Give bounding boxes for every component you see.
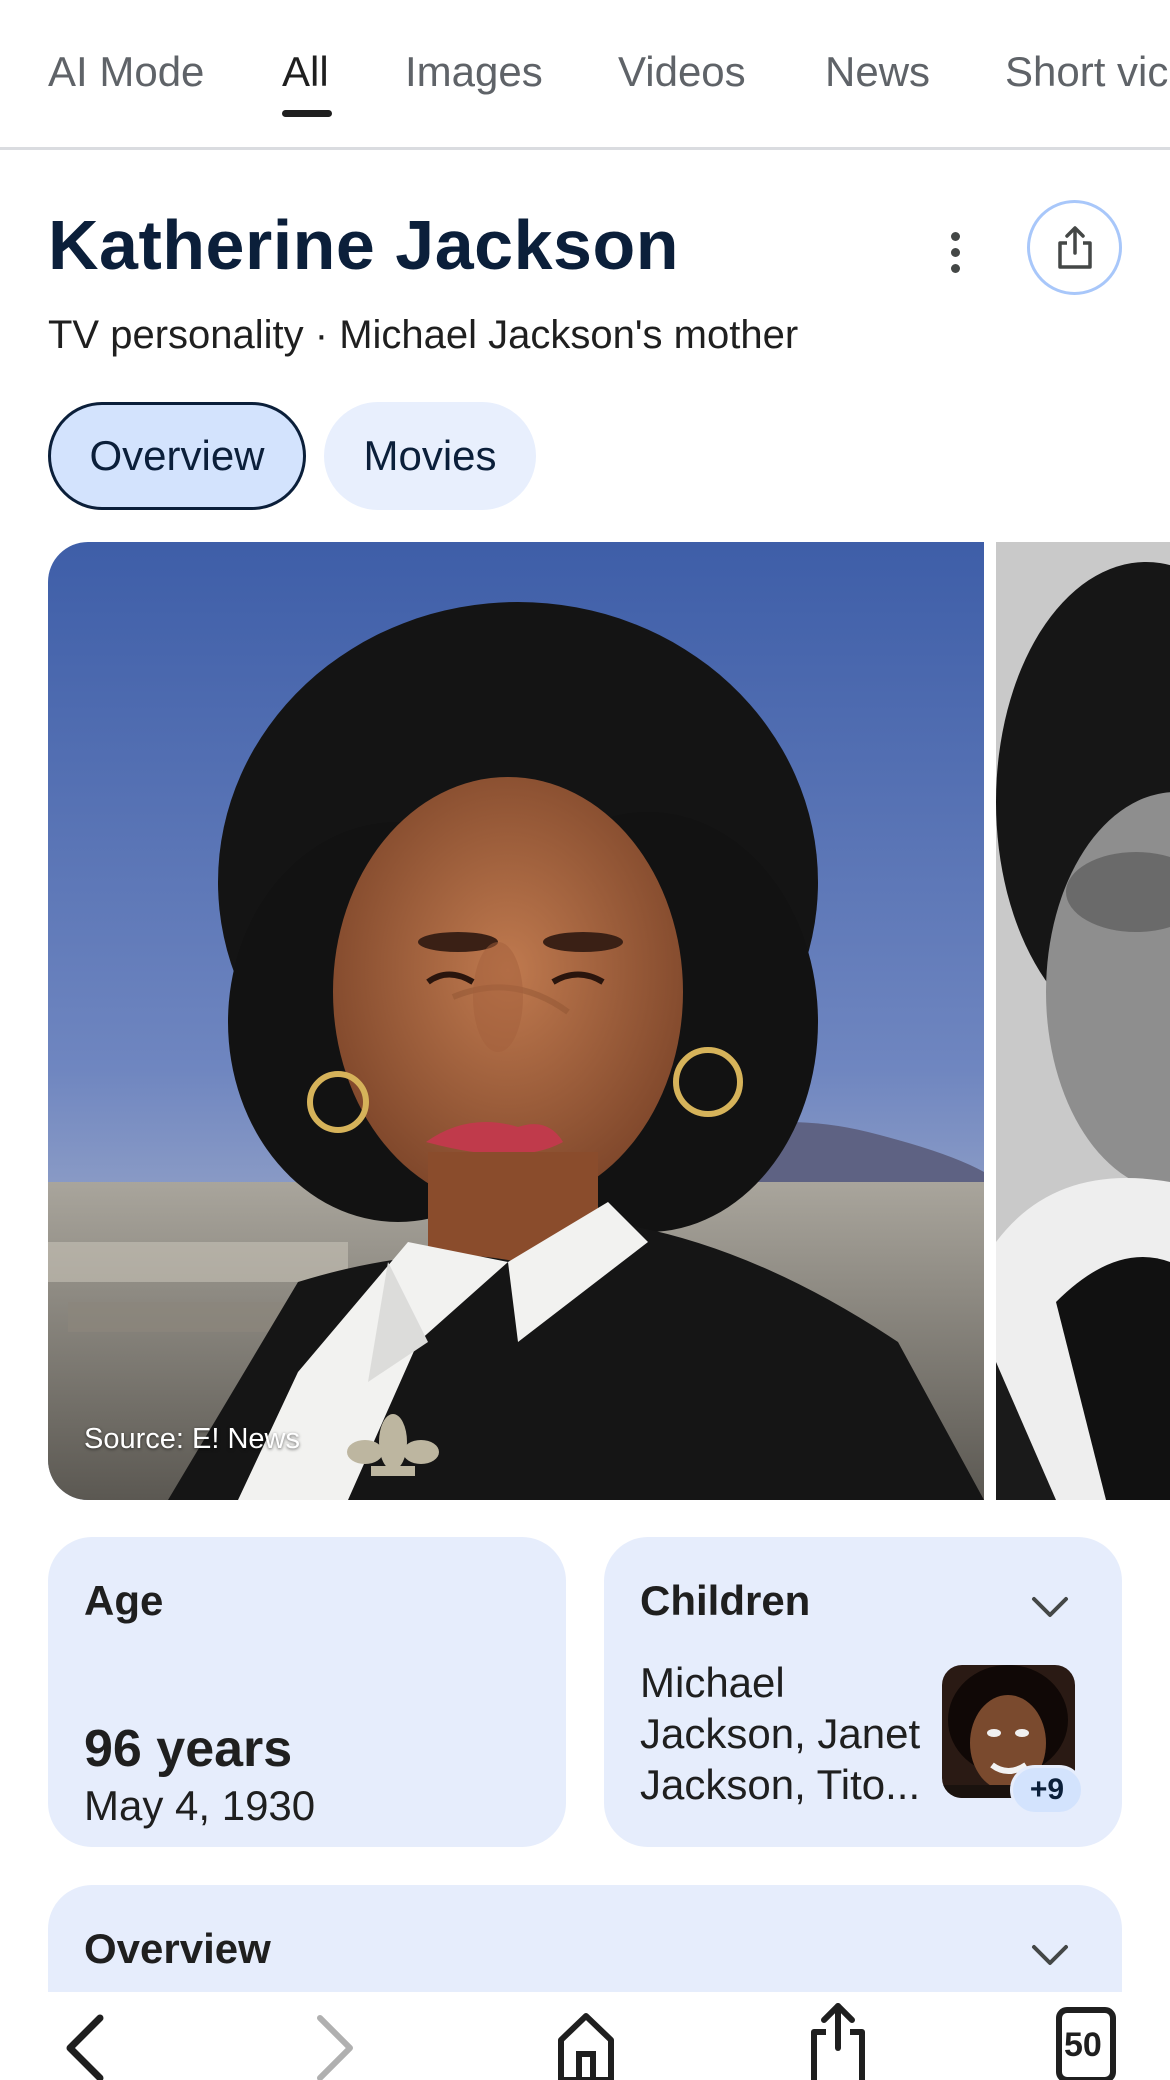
age-label: Age	[84, 1577, 164, 1624]
chip-movies[interactable]: Movies	[324, 402, 536, 510]
search-type-tabs: AI Mode All Images Videos News Short vic	[0, 0, 1170, 150]
chip-overview[interactable]: Overview	[48, 402, 306, 510]
share-icon[interactable]	[808, 2002, 868, 2080]
share-icon	[1057, 225, 1092, 269]
portrait-image-bw	[996, 542, 1170, 1500]
tab-short-videos[interactable]: Short vic	[1005, 48, 1168, 96]
chevron-down-icon[interactable]	[1030, 1595, 1070, 1619]
more-vert-icon	[950, 231, 960, 241]
hero-image[interactable]: Source: E! News	[48, 542, 984, 1500]
tab-videos[interactable]: Videos	[618, 48, 746, 96]
tab-images[interactable]: Images	[405, 48, 543, 96]
entity-subtitle: TV personality · Michael Jackson's mothe…	[48, 313, 799, 357]
tab-count: 50	[1064, 2026, 1102, 2064]
overview-section[interactable]: Overview	[48, 1885, 1122, 2005]
children-names: Michael Jackson, Janet Jackson, Tito...	[640, 1659, 921, 1808]
tab-all[interactable]: All	[282, 48, 329, 96]
children-card[interactable]: Children Michael Jackson, Janet Jackson,…	[604, 1537, 1122, 1847]
chevron-down-icon[interactable]	[1030, 1943, 1070, 1967]
active-tab-indicator	[282, 110, 332, 117]
age-card[interactable]: Age 96 years May 4, 1930	[48, 1537, 566, 1847]
overview-label: Overview	[84, 1925, 271, 1972]
more-options-button[interactable]	[935, 222, 975, 282]
more-children-badge[interactable]: +9	[1010, 1765, 1084, 1815]
home-icon[interactable]	[555, 2010, 617, 2080]
browser-bottom-bar: 50	[0, 1992, 1170, 2080]
children-label: Children	[640, 1577, 811, 1624]
image-source-label: Source: E! News	[84, 1423, 300, 1455]
age-years: 96 years	[84, 1720, 293, 1778]
birth-date: May 4, 1930	[84, 1782, 316, 1829]
entity-title: Katherine Jackson	[48, 206, 679, 284]
secondary-image[interactable]	[996, 542, 1170, 1500]
forward-arrow-icon[interactable]	[310, 2012, 360, 2080]
portrait-image	[48, 542, 984, 1500]
tab-ai-mode[interactable]: AI Mode	[48, 48, 204, 96]
share-button[interactable]	[1027, 200, 1122, 295]
tab-news[interactable]: News	[825, 48, 930, 96]
back-arrow-icon[interactable]	[60, 2012, 110, 2080]
